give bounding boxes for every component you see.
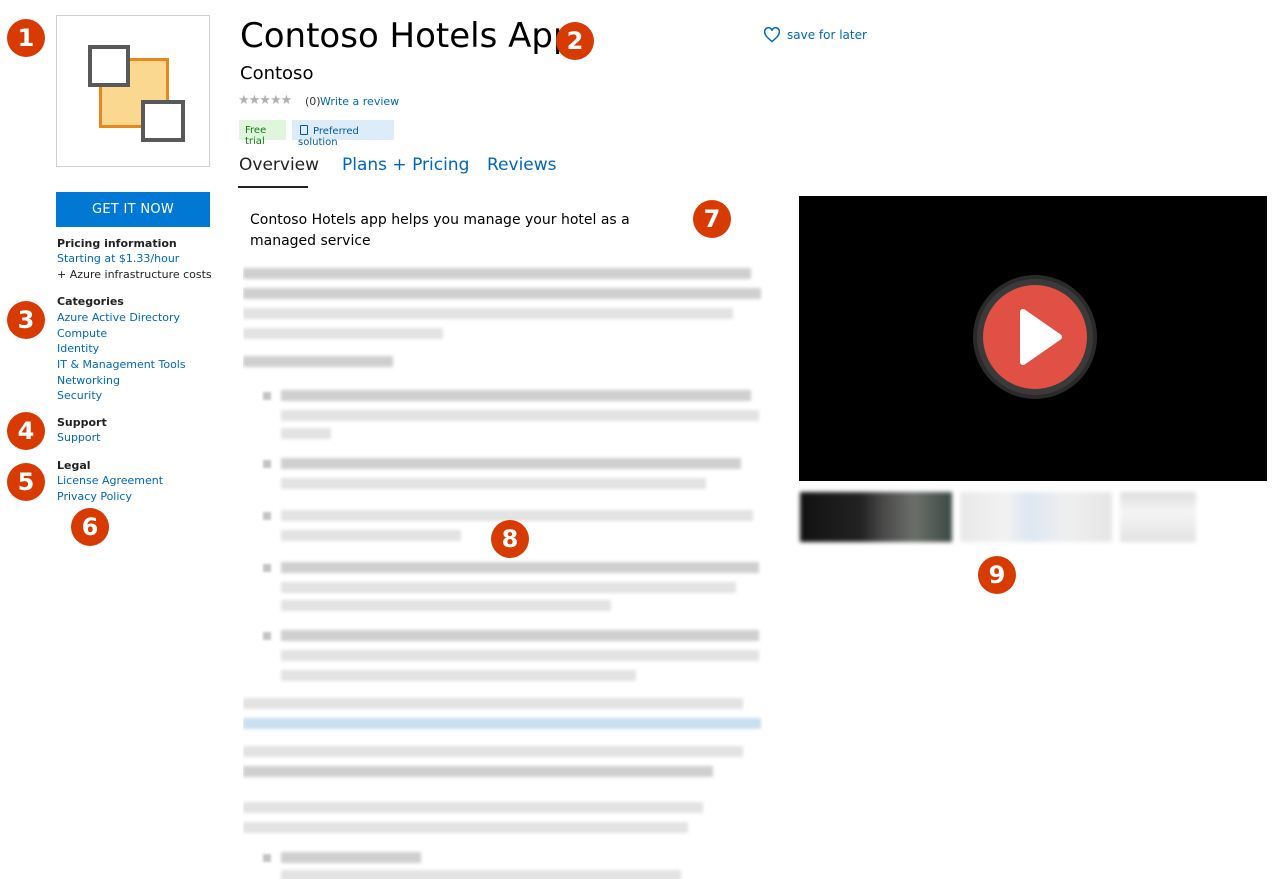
app-logo: [56, 15, 210, 167]
overview-description: Contoso Hotels app helps you manage your…: [250, 212, 630, 249]
legal-heading: Legal: [57, 459, 91, 472]
blurred-line: [281, 458, 741, 469]
save-for-later-label: save for later: [787, 28, 867, 42]
support-link[interactable]: Support: [57, 431, 100, 444]
blurred-bullet: [263, 564, 271, 572]
blurred-line: [243, 822, 688, 833]
free-trial-tag: Free trial: [239, 120, 286, 147]
badge-icon: [300, 125, 308, 135]
annotation-badge-4: 4: [7, 412, 45, 450]
category-link[interactable]: Networking: [57, 374, 120, 387]
annotation-badge-8: 8: [491, 520, 529, 558]
blurred-overview-content: [243, 262, 763, 879]
license-agreement-link[interactable]: License Agreement: [57, 474, 163, 487]
media-thumbnail[interactable]: [960, 492, 1112, 542]
category-link[interactable]: Compute: [57, 327, 107, 340]
preferred-solution-tag: Preferred solution: [292, 120, 394, 148]
annotation-badge-7: 7: [693, 200, 731, 238]
annotation-badge-1: 1: [7, 19, 45, 57]
blurred-line: [243, 746, 743, 757]
annotation-badge-2: 2: [556, 22, 594, 60]
rating-stars: ★★★★★: [238, 93, 292, 108]
tab-overview[interactable]: Overview: [239, 155, 319, 175]
write-review-link[interactable]: Write a review: [320, 95, 399, 108]
tab-plans-pricing[interactable]: Plans + Pricing: [342, 155, 469, 175]
annotation-badge-6: 6: [71, 508, 109, 546]
blurred-line: [243, 268, 751, 279]
annotation-badge-5: 5: [7, 463, 45, 501]
category-link[interactable]: Azure Active Directory: [57, 311, 180, 324]
category-link[interactable]: Identity: [57, 342, 99, 355]
blurred-line: [281, 582, 736, 593]
blurred-line: [281, 630, 759, 641]
categories-heading: Categories: [57, 295, 124, 308]
heart-outline-icon: [763, 27, 781, 43]
blurred-line: [281, 428, 331, 439]
blurred-bullet: [263, 460, 271, 468]
blurred-line: [281, 562, 759, 573]
blurred-line: [243, 698, 743, 709]
blurred-line: [281, 650, 759, 661]
blurred-bullet: [263, 392, 271, 400]
save-for-later-button[interactable]: save for later: [763, 27, 867, 43]
blurred-bullet: [263, 512, 271, 520]
blurred-line: [243, 356, 393, 367]
blurred-line: [281, 530, 461, 541]
active-tab-indicator: [238, 186, 308, 188]
blurred-line: [243, 328, 443, 339]
publisher-name: Contoso: [240, 63, 314, 84]
logo-bottom-square: [141, 100, 185, 142]
privacy-policy-link[interactable]: Privacy Policy: [57, 490, 132, 503]
blurred-line: [243, 766, 713, 777]
app-title: Contoso Hotels App: [240, 16, 575, 56]
blurred-line: [281, 390, 751, 401]
media-thumbnail[interactable]: [800, 492, 952, 542]
blurred-line: [281, 670, 636, 681]
annotation-badge-9: 9: [978, 556, 1016, 594]
media-thumbnail[interactable]: [1120, 492, 1196, 542]
play-icon[interactable]: [971, 270, 1099, 404]
blurred-line: [243, 308, 733, 319]
rating-count: (0): [305, 95, 321, 108]
blurred-line: [243, 718, 761, 729]
blurred-line: [281, 410, 759, 421]
blurred-bullet: [263, 632, 271, 640]
blurred-line: [243, 288, 761, 299]
free-trial-label: Free trial: [245, 125, 267, 147]
blurred-line: [281, 600, 611, 611]
logo-top-square: [88, 45, 130, 87]
tab-reviews[interactable]: Reviews: [487, 155, 557, 175]
annotation-badge-3: 3: [7, 301, 45, 339]
video-player[interactable]: [799, 196, 1267, 481]
support-heading: Support: [57, 416, 107, 429]
blurred-line: [243, 802, 703, 813]
pricing-heading: Pricing information: [57, 237, 177, 250]
blurred-line: [281, 852, 421, 863]
category-link[interactable]: Security: [57, 389, 102, 402]
pricing-note: + Azure infrastructure costs: [57, 268, 212, 281]
blurred-bullet: [263, 854, 271, 862]
pricing-link[interactable]: Starting at $1.33/hour: [57, 252, 179, 265]
blurred-line: [281, 510, 753, 521]
category-link[interactable]: IT & Management Tools: [57, 358, 186, 371]
blurred-line: [281, 870, 681, 879]
get-it-now-button[interactable]: GET IT NOW: [56, 192, 210, 227]
blurred-line: [281, 478, 706, 489]
